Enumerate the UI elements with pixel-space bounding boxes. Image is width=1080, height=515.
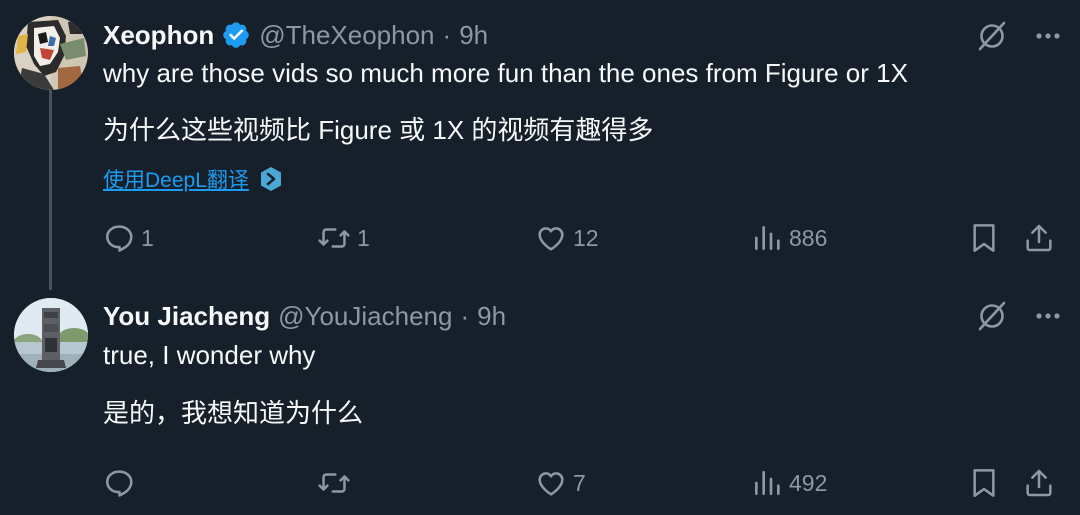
share-button[interactable] — [1023, 463, 1055, 503]
reply-icon — [103, 467, 135, 499]
like-button[interactable]: 7 — [535, 463, 586, 503]
translate-link[interactable]: 使用DeepL翻译 — [103, 164, 283, 194]
bookmark-icon — [969, 467, 999, 499]
retweet-count: 1 — [357, 224, 370, 251]
share-icon — [1023, 222, 1055, 254]
view-count: 492 — [789, 469, 828, 496]
display-name[interactable]: Xeophon — [103, 20, 214, 51]
translate-label[interactable]: 使用DeepL翻译 — [103, 164, 249, 194]
like-button[interactable]: 12 — [535, 218, 599, 258]
tweet-text-line: 是的，我想知道为什么 — [103, 398, 364, 428]
handle[interactable]: @TheXeophon — [259, 20, 434, 51]
views-icon — [751, 222, 783, 254]
separator: · — [442, 19, 452, 50]
more-icon[interactable] — [1034, 22, 1062, 55]
bookmark-button[interactable] — [969, 218, 999, 258]
deepl-icon — [259, 166, 283, 192]
avatar[interactable] — [14, 16, 88, 90]
retweet-button[interactable] — [317, 463, 351, 503]
thread-connector-line — [49, 90, 52, 290]
reply-button[interactable]: 1 — [103, 218, 154, 258]
avatar-image — [14, 16, 88, 90]
tweet-header: You Jiacheng @YouJiacheng · 9h — [103, 297, 506, 335]
separator: · — [460, 300, 470, 331]
share-icon — [1023, 467, 1055, 499]
avatar[interactable] — [14, 298, 88, 372]
tweet-text-line: 为什么这些视频比 Figure 或 1X 的视频有趣得多 — [103, 115, 654, 145]
tweet-action-bar: 7 492 — [103, 463, 1063, 503]
like-icon — [535, 222, 567, 254]
bookmark-icon — [969, 222, 999, 254]
share-button[interactable] — [1023, 218, 1055, 258]
tweet-top-actions — [976, 300, 1062, 337]
handle[interactable]: @YouJiacheng — [278, 301, 452, 332]
retweet-icon — [317, 222, 351, 254]
like-count: 12 — [573, 224, 599, 251]
grok-slash-icon[interactable] — [976, 20, 1008, 57]
like-icon — [535, 467, 567, 499]
tweet-text-line: true, I wonder why — [103, 340, 316, 370]
retweet-icon — [317, 467, 351, 499]
verified-badge-icon — [221, 20, 251, 50]
grok-slash-icon[interactable] — [976, 300, 1008, 337]
reply-icon — [103, 222, 135, 254]
view-count: 886 — [789, 224, 828, 251]
reply-count: 1 — [141, 224, 154, 251]
tweet-action-bar: 1 1 12 886 — [103, 218, 1063, 258]
views-button[interactable]: 886 — [751, 218, 827, 258]
views-button[interactable]: 492 — [751, 463, 827, 503]
reply-button[interactable] — [103, 463, 135, 503]
timestamp[interactable]: 9h — [459, 20, 488, 51]
retweet-button[interactable]: 1 — [317, 218, 370, 258]
tweet-text-line: why are those vids so much more fun than… — [103, 58, 908, 88]
display-name[interactable]: You Jiacheng — [103, 301, 270, 332]
bookmark-button[interactable] — [969, 463, 999, 503]
avatar-image — [14, 298, 88, 372]
tweet-header: Xeophon @TheXeophon · 9h — [103, 16, 488, 54]
views-icon — [751, 467, 783, 499]
timestamp[interactable]: 9h — [477, 301, 506, 332]
reply-thread: Xeophon @TheXeophon · 9h why are those v… — [0, 0, 1080, 515]
like-count: 7 — [573, 469, 586, 496]
tweet-top-actions — [976, 20, 1062, 57]
more-icon[interactable] — [1034, 302, 1062, 335]
